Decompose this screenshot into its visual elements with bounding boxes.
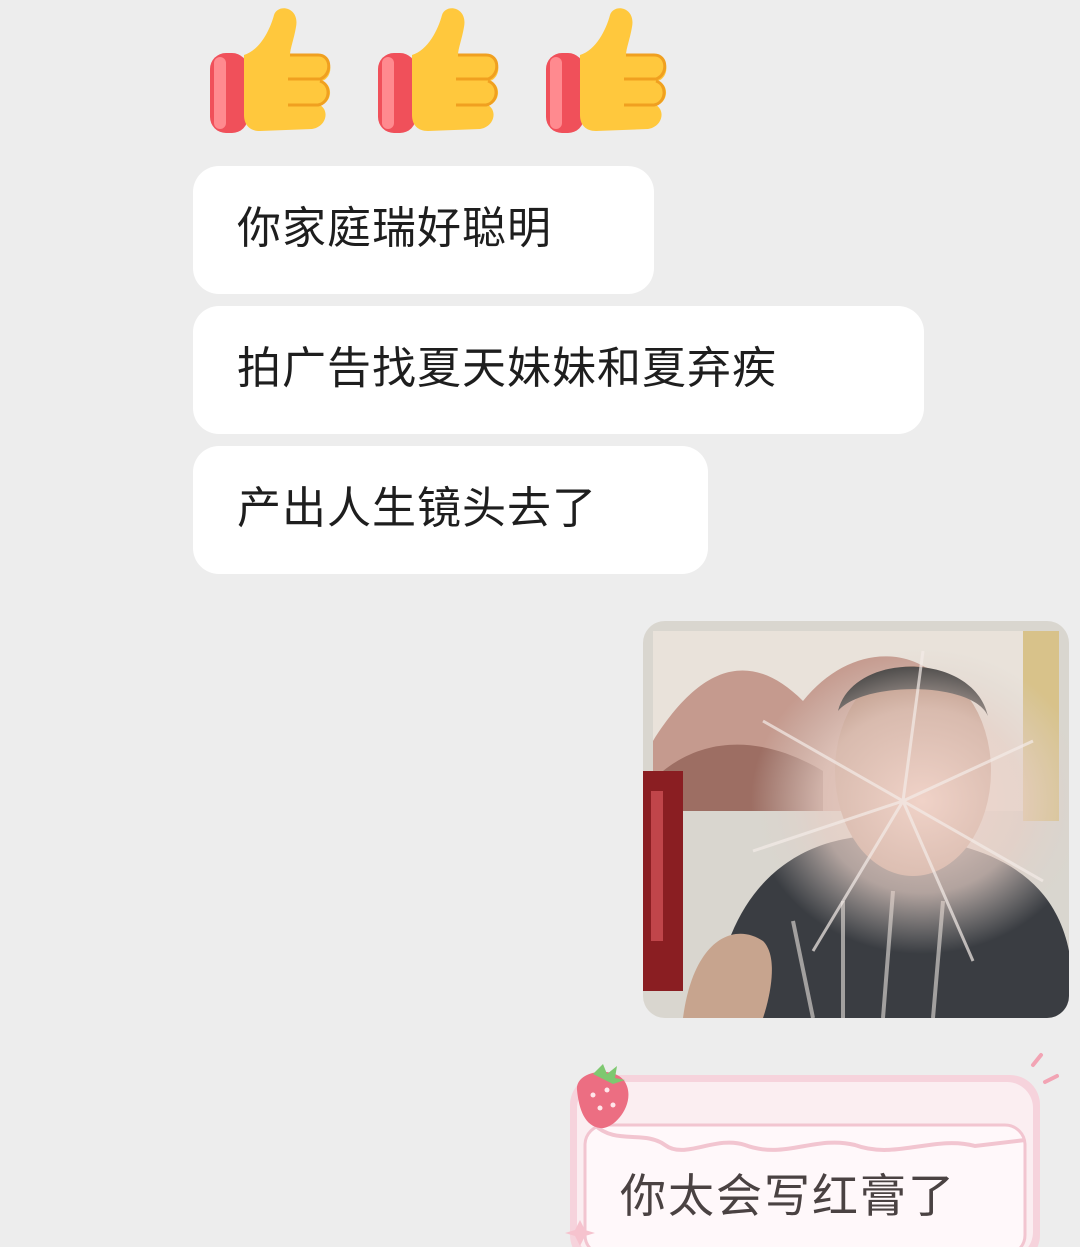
- meme-photo-image: [643, 621, 1069, 1018]
- message-text: 拍广告找夏天妹妹和夏弃疾: [237, 343, 777, 394]
- image-message[interactable]: [643, 621, 1069, 1018]
- sticker-caption: 你太会写红膏了: [620, 1169, 956, 1223]
- message-bubble-left[interactable]: 产出人生镜头去了: [193, 446, 708, 574]
- thumbs-up-icon: [546, 8, 667, 133]
- thumbs-up-icon: [378, 8, 499, 133]
- message-bubble-left[interactable]: 你家庭瑞好聪明: [193, 166, 654, 294]
- message-bubble-left[interactable]: 拍广告找夏天妹妹和夏弃疾: [193, 306, 924, 434]
- message-text: 产出人生镜头去了: [237, 483, 597, 534]
- message-text: 你家庭瑞好聪明: [237, 203, 552, 254]
- thumbs-up-emoji-row: [200, 5, 676, 140]
- thumbs-up-icon: [210, 8, 331, 133]
